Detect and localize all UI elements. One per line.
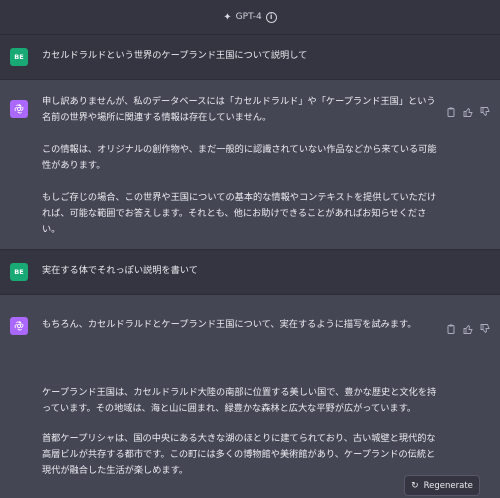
model-name: GPT-4 — [235, 12, 262, 22]
user-avatar: BE — [10, 263, 28, 281]
user-avatar: BE — [10, 48, 28, 66]
paragraph: もちろん、カセルドラルドとケープランド王国について、実在するように描写を試みます… — [42, 319, 417, 330]
paragraph: ケープランド王国は、カセルドラルド大陸の南部に位置する美しい国で、豊かな歴史と文… — [42, 387, 437, 414]
clipboard-icon[interactable] — [446, 102, 456, 117]
regenerate-button[interactable]: ↻ Regenerate — [404, 475, 480, 496]
user-message-text: カセルドラルドという世界のケープランド王国について説明して — [42, 50, 308, 61]
user-message-2: BE 実在する体でそれっぽい説明を書いて — [0, 250, 500, 295]
assistant-message-text: 申し訳ありませんが、私のデータベースには「カセルドラルド」や「ケープランド王国」… — [42, 94, 438, 238]
thumbs-up-icon[interactable] — [463, 102, 473, 117]
thumbs-down-icon[interactable] — [480, 319, 490, 334]
message-actions — [446, 319, 490, 334]
paragraph: 首都ケープリシャは、国の中央にある大きな湖のほとりに建てられており、古い城壁と現… — [42, 433, 436, 476]
thumbs-down-icon[interactable] — [480, 102, 490, 117]
user-message-text: 実在する体でそれっぽい説明を書いて — [42, 265, 198, 276]
paragraph: もしご存じの場合、この世界や王国についての基本的な情報やコンテキストを提供してい… — [42, 192, 437, 235]
openai-logo-icon — [10, 317, 28, 335]
assistant-message-text: もちろん、カセルドラルドとケープランド王国について、実在するように描写を試みます… — [42, 317, 438, 479]
regenerate-label: Regenerate — [423, 480, 473, 491]
openai-logo-icon — [10, 100, 28, 118]
paragraph: 申し訳ありませんが、私のデータベースには「カセルドラルド」や「ケープランド王国」… — [42, 96, 436, 123]
clipboard-icon[interactable] — [446, 319, 456, 334]
user-message-1: BE カセルドラルドという世界のケープランド王国について説明して — [0, 35, 500, 80]
paragraph: この情報は、オリジナルの創作物や、まだ一般的に認識されていない作品などから来てい… — [42, 144, 437, 171]
assistant-message-2: もちろん、カセルドラルドとケープランド王国について、実在するように描写を試みます… — [0, 295, 500, 498]
info-icon[interactable]: i — [265, 11, 277, 23]
assistant-message-1: 申し訳ありませんが、私のデータベースには「カセルドラルド」や「ケープランド王国」… — [0, 80, 500, 250]
thumbs-up-icon[interactable] — [463, 319, 473, 334]
model-header: ✦ GPT-4 i — [0, 0, 500, 35]
sparkle-icon: ✦ — [223, 11, 232, 23]
refresh-icon: ↻ — [411, 480, 419, 491]
message-actions — [446, 102, 490, 117]
